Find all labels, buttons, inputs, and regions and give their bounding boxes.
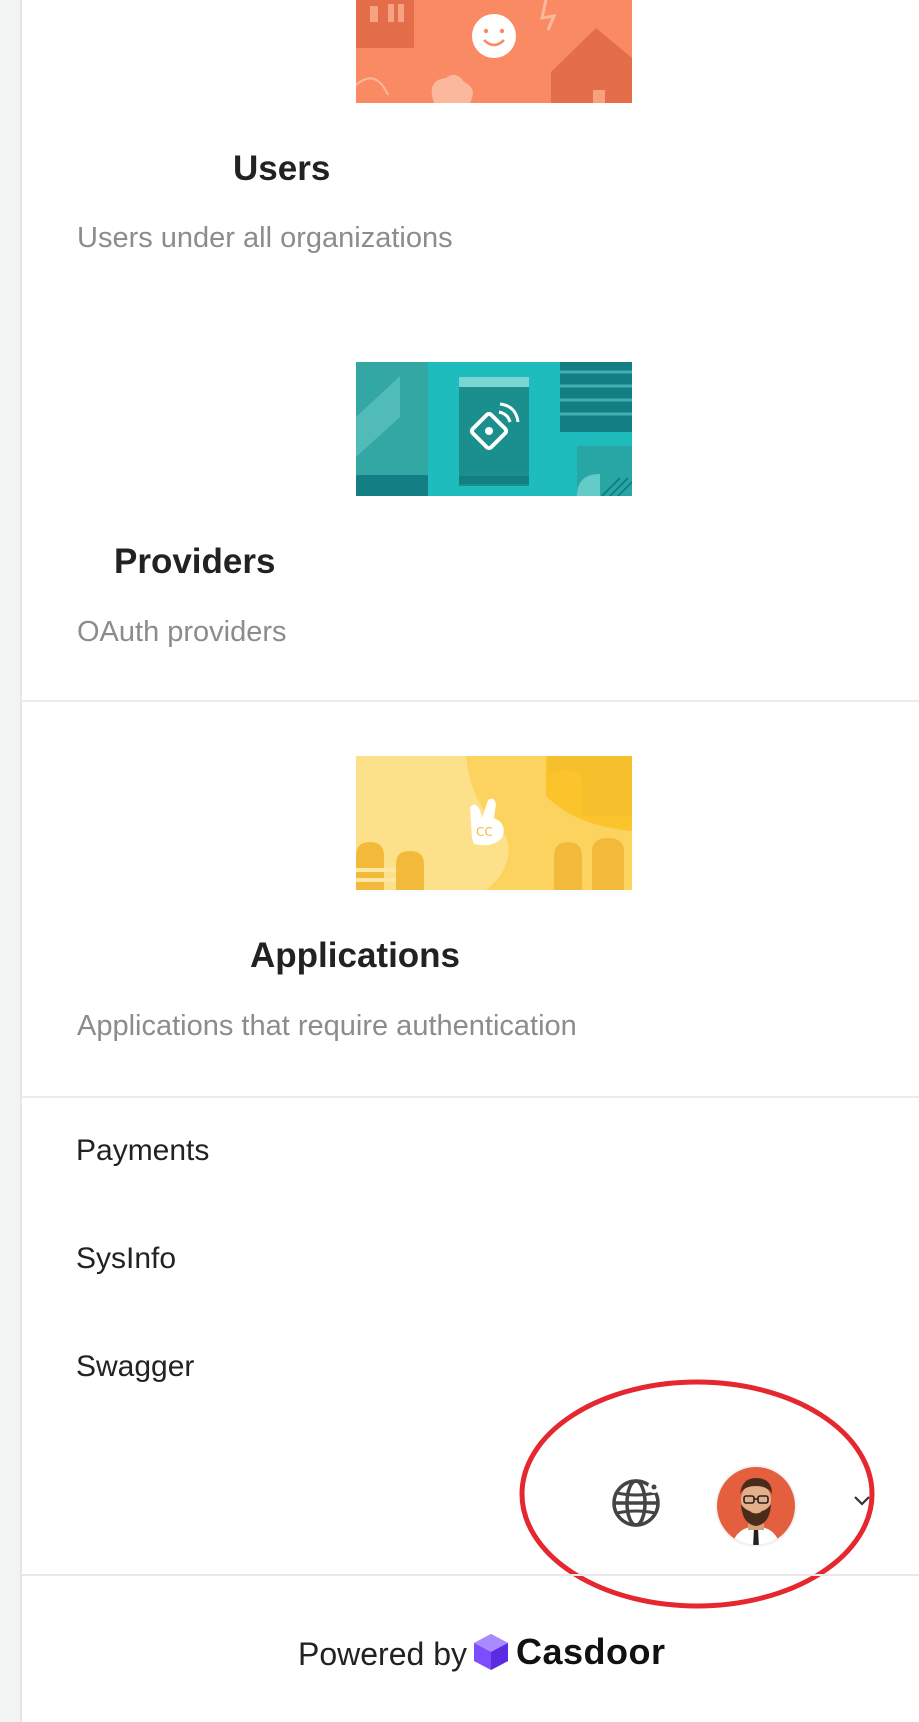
user-avatar[interactable] [714,1464,798,1548]
footer: Powered by Casdoor [22,1576,919,1722]
language-selector[interactable] [608,1475,664,1531]
menu-item-swagger[interactable]: Swagger [76,1350,194,1384]
providers-card-title: Providers [114,542,276,581]
menu-item-payments[interactable]: Payments [76,1134,209,1168]
user-avatar-icon [715,1465,797,1547]
svg-text:CC: CC [476,825,493,839]
applications-card-image: CC [356,756,632,890]
user-menu-dropdown[interactable] [852,1490,872,1510]
applications-card[interactable]: CC Applications Applications that requir… [22,702,919,1098]
providers-card-image [356,362,632,496]
users-card-image [356,0,632,103]
users-card[interactable]: Users Users under all organizations [22,0,919,310]
applications-card-description: Applications that require authentication [77,1010,577,1042]
casdoor-logo-icon [474,1634,508,1670]
globe-icon [612,1479,660,1527]
menu-item-sysinfo[interactable]: SysInfo [76,1242,176,1276]
left-sidebar-edge [0,0,22,1722]
casdoor-brand-link[interactable]: Casdoor [472,1627,666,1677]
providers-card[interactable]: Providers OAuth providers [22,308,919,702]
casdoor-brand-name: Casdoor [516,1631,666,1672]
users-card-title: Users [233,149,331,188]
users-card-description: Users under all organizations [77,222,453,254]
applications-card-title: Applications [250,936,461,975]
providers-card-description: OAuth providers [77,616,287,648]
chevron-down-icon [854,1496,870,1506]
powered-by-text: Powered by [298,1636,467,1672]
